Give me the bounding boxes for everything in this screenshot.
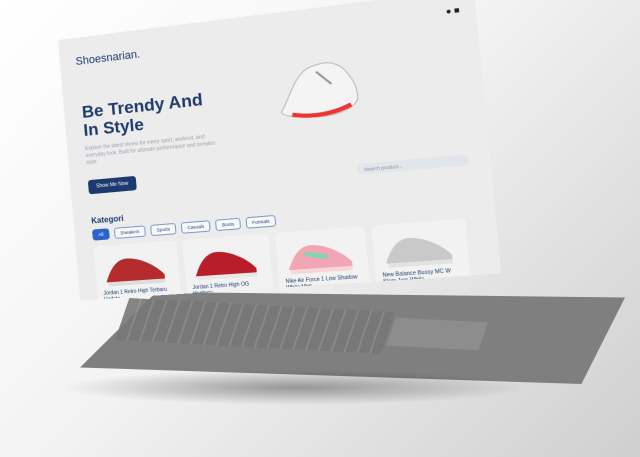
product-image (98, 247, 174, 291)
product-image (376, 226, 462, 273)
hero-shoe-image (265, 45, 371, 140)
hero-title: Be Trendy And In Style (81, 89, 216, 140)
brand-name: Shoes (75, 52, 107, 68)
website-screen: Shoesnarian. ● ■ Be Trendy And In Style … (58, 0, 501, 300)
trackpad (386, 318, 488, 351)
product-image (187, 240, 266, 285)
chip-sneakers[interactable]: Sneakers (114, 225, 146, 239)
product-card[interactable]: New Balance Bussy MC W Slam Jam White (371, 218, 472, 300)
product-card[interactable]: Jordan 1 Retro High Terbaru Update (94, 240, 183, 300)
hero-subtitle: Explore the latest shoes for every sport… (85, 133, 219, 167)
user-icon[interactable]: ■ (454, 5, 461, 15)
product-card[interactable]: Jordan 1 Retro High OG Heritage (182, 233, 275, 300)
bell-icon[interactable]: ● (445, 6, 452, 16)
search-input[interactable]: Search product... (357, 154, 470, 175)
chip-casuals[interactable]: Casuals (181, 220, 211, 234)
shadow (60, 370, 530, 405)
chip-all[interactable]: All (92, 228, 110, 240)
chip-sports[interactable]: Sports (150, 223, 177, 236)
chip-boots[interactable]: Boots (215, 218, 241, 231)
categories-title: Kategori (91, 214, 124, 226)
header-icons: ● ■ (445, 5, 460, 16)
brand-logo[interactable]: Shoesnarian. (75, 48, 141, 68)
brand-suffix: narian. (106, 48, 141, 64)
show-me-now-button[interactable]: Show Me Now (88, 176, 137, 194)
product-card[interactable]: Nike Air Force 1 Low Shadow White Mint (275, 226, 372, 300)
laptop-mockup: Shoesnarian. ● ■ Be Trendy And In Style … (0, 0, 640, 457)
product-image (280, 233, 363, 279)
laptop-screen: Shoesnarian. ● ■ Be Trendy And In Style … (58, 0, 501, 300)
chip-formals[interactable]: Formals (245, 215, 276, 229)
